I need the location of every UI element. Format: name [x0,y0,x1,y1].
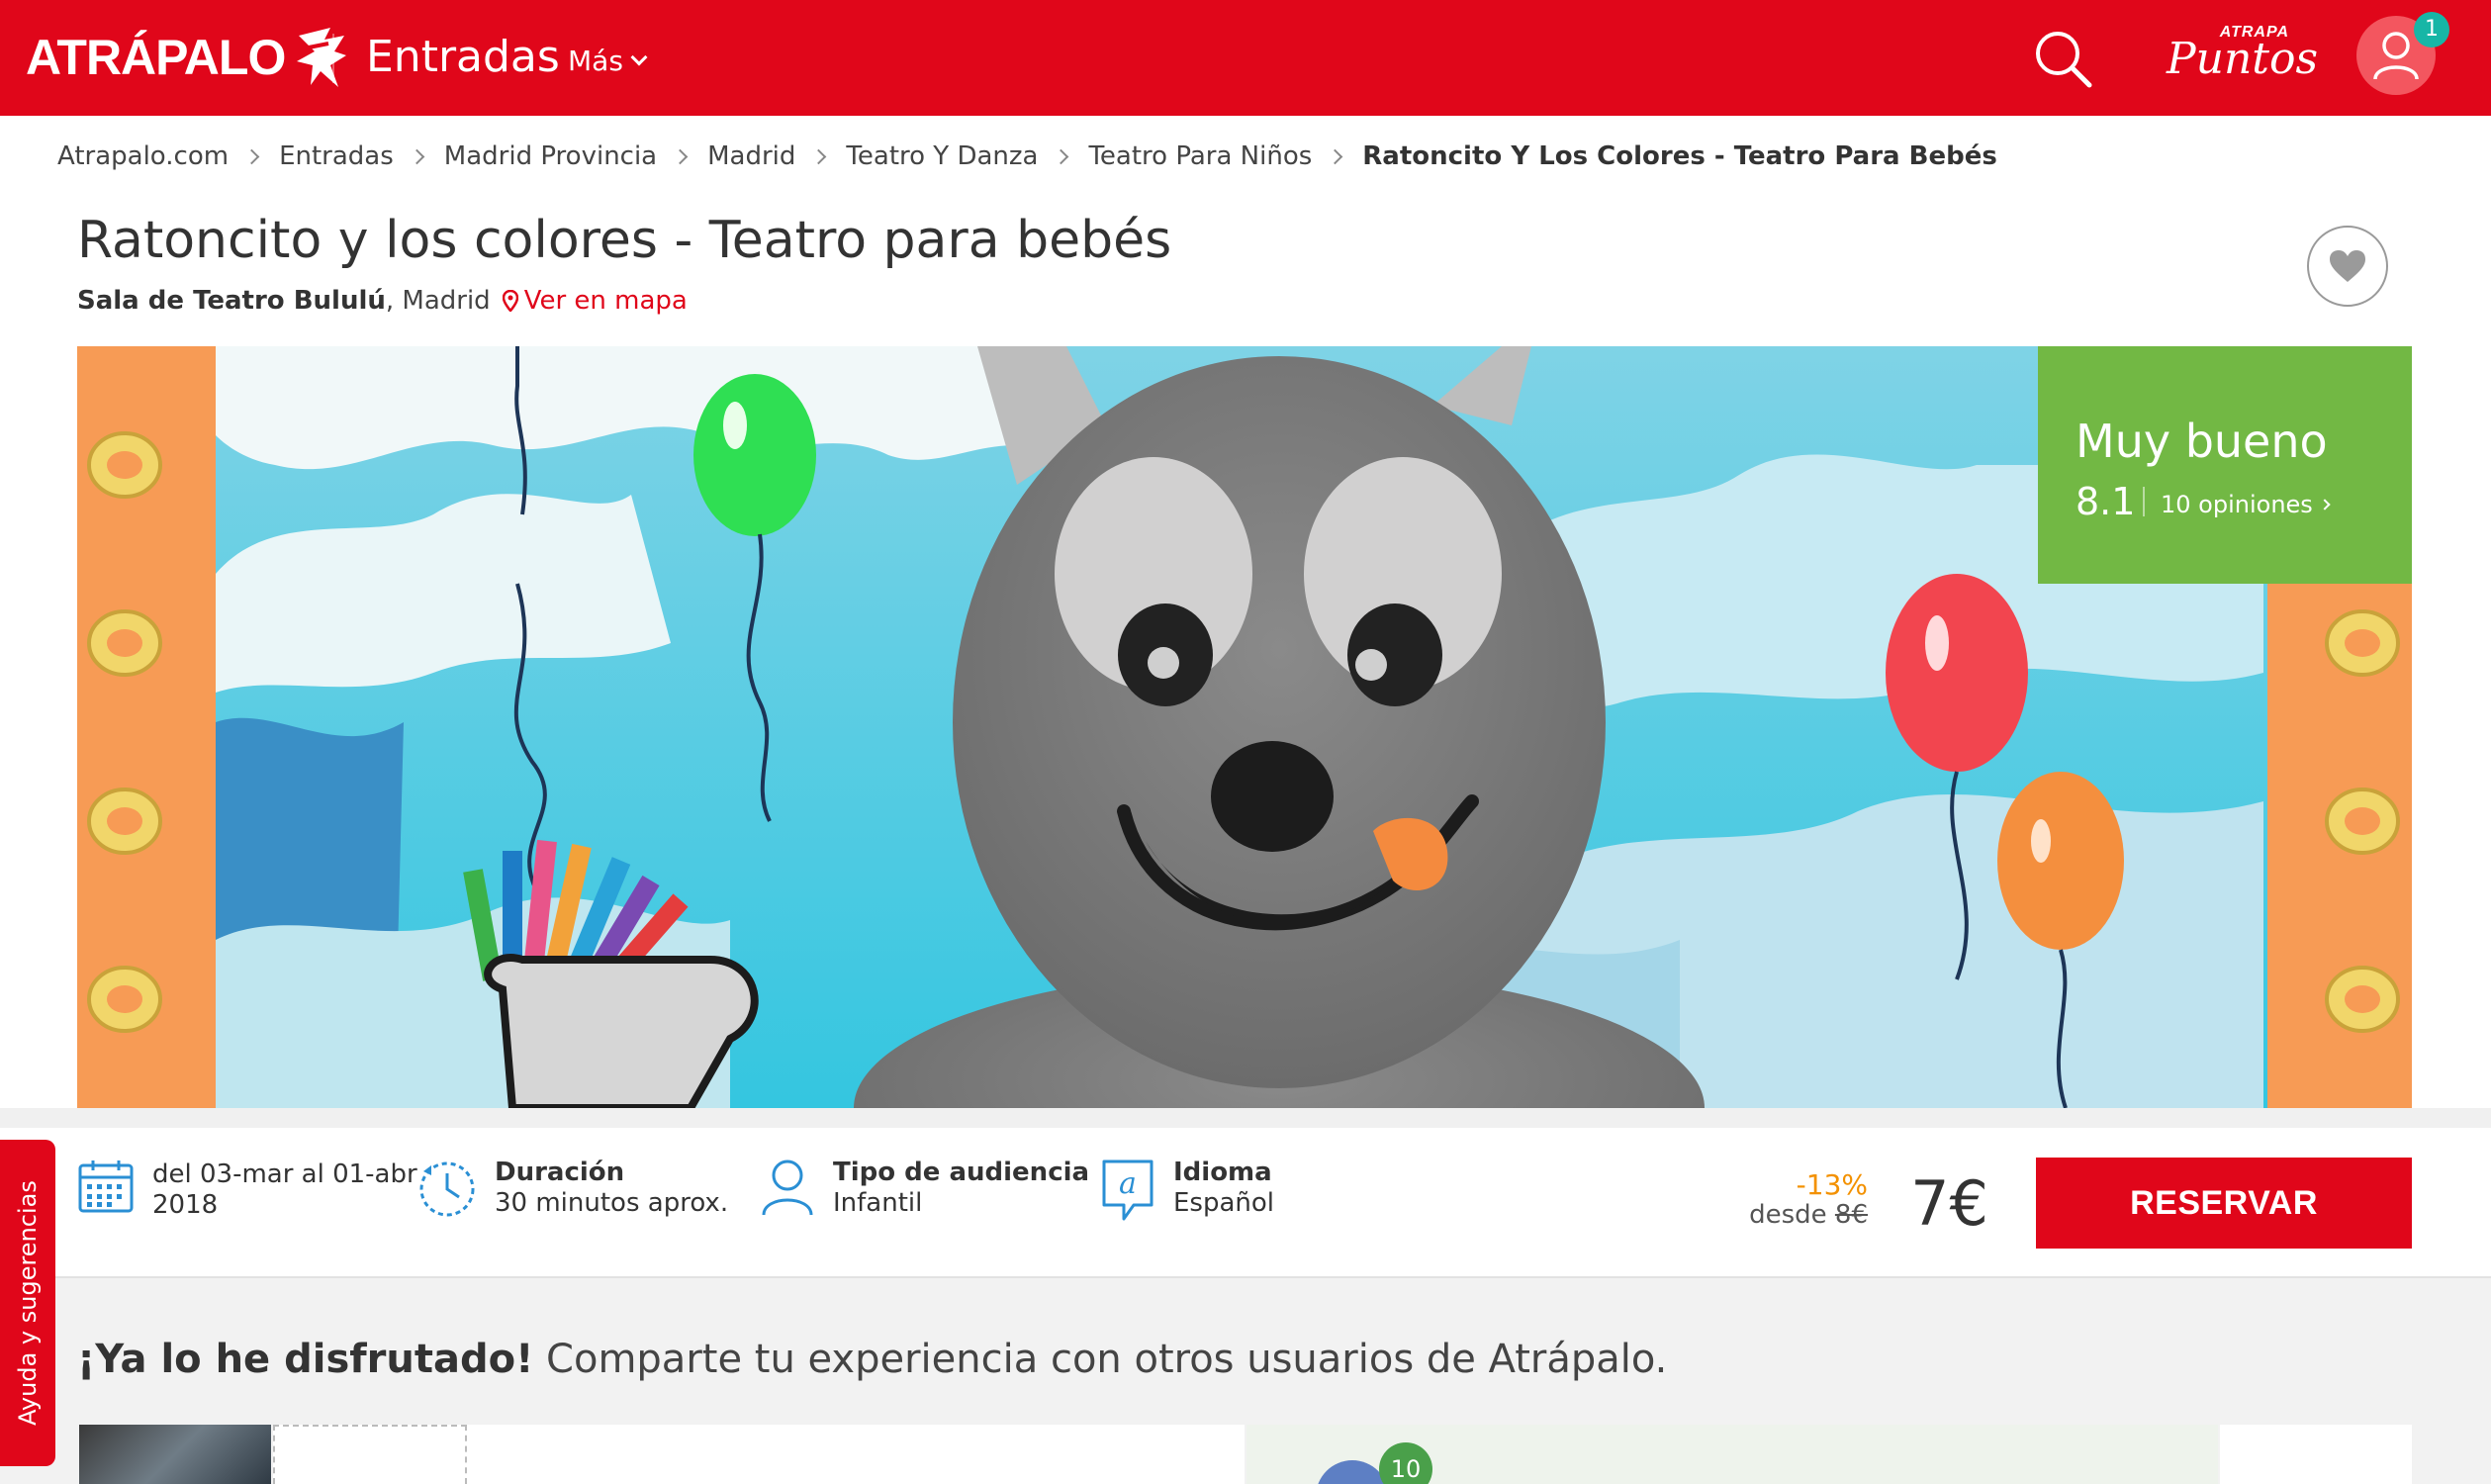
chevron-right-icon [409,148,425,164]
favorite-button[interactable] [2307,226,2388,307]
audience-title: Tipo de audiencia [833,1158,1090,1187]
current-price: 7€ [1910,1167,1988,1240]
chevron-right-icon [243,148,260,164]
rating-label: Muy bueno [2076,415,2328,468]
price-from: desde 8€ [1749,1199,1868,1231]
logo-ninja-icon [297,28,347,87]
side-panel [2220,1425,2412,1484]
rating-box[interactable]: Muy bueno 8.1 10 opiniones [2038,346,2412,584]
top-header: ATRÁPALO Entradas Más ATRAPA Puntos 1 [0,0,2491,116]
language-text: Idioma Español [1173,1158,1274,1219]
help-feedback-label: Ayuda y sugerencias [14,1180,42,1426]
puntos-big-label: Puntos [2167,34,2319,84]
breadcrumb-teatro-ninos[interactable]: Teatro Para Niños [1088,139,1312,174]
reserve-button[interactable]: RESERVAR [2036,1158,2412,1249]
heart-icon [2330,250,2365,282]
share-experience-text: ¡Ya lo he disfrutado! Comparte tu experi… [77,1334,1667,1385]
price-from-label: desde [1749,1200,1827,1230]
duration-title: Duración [495,1158,625,1187]
breadcrumb-madrid-provincia[interactable]: Madrid Provincia [444,139,657,174]
breadcrumb-current: Ratoncito Y Los Colores - Teatro Para Be… [1362,141,1997,171]
info-dates: del 03-mar al 01-abr 2018 [77,1158,419,1221]
notification-badge: 1 [2414,12,2449,47]
opinions-link[interactable]: 10 opiniones [2161,489,2331,520]
chevron-right-icon [1054,148,1069,164]
person-icon [762,1159,813,1216]
price-area: -13% desde 8€ 7€ [1749,1167,1988,1245]
duration-text: Duración 30 minutos aprox. [495,1158,728,1219]
atrapalo-logo[interactable]: ATRÁPALO [26,22,350,93]
nav-more-dropdown[interactable]: Más [568,44,648,79]
page-title: Ratoncito y los colores - Teatro para be… [77,211,1172,270]
header-divider [332,34,334,83]
chevron-right-icon [1328,148,1343,164]
user-photo-thumbnail[interactable] [79,1425,271,1484]
info-language: a Idioma Español [1100,1158,1274,1223]
view-map-label: Ver en mapa [523,286,688,316]
chevron-right-icon [2319,499,2331,510]
logo-text: ATRÁPALO [26,30,286,85]
breadcrumb-teatro-danza[interactable]: Teatro Y Danza [846,139,1038,174]
event-location: Sala de Teatro Bululú , Madrid Ver en ma… [77,283,688,319]
rating-score: 8.1 [2076,480,2136,523]
photo-upload-box[interactable] [273,1425,467,1484]
language-title: Idioma [1173,1158,1272,1187]
chevron-right-icon [672,148,689,164]
info-duration: Duración 30 minutos aprox. [417,1158,728,1219]
clock-icon [419,1161,475,1217]
breadcrumb-atrapalo[interactable]: Atrapalo.com [57,139,229,174]
audience-text: Tipo de audiencia Infantil [833,1158,1089,1219]
map-pin-icon [502,290,518,312]
nav-more-label: Más [568,45,623,77]
discount-percent: -13% [1796,1168,1868,1201]
review-panel [467,1425,1245,1484]
section-gap [0,1108,2491,1128]
breadcrumb: Atrapalo.com Entradas Madrid Provincia M… [57,139,1997,174]
old-price: 8€ [1834,1200,1868,1230]
duration-value: 30 minutos aprox. [495,1188,729,1218]
calendar-icon [78,1160,134,1213]
user-icon [2373,32,2419,80]
chevron-right-icon [811,148,827,164]
rating-divider [2143,487,2145,516]
venue-city: , Madrid [385,286,491,316]
venue-name[interactable]: Sala de Teatro Bululú [77,283,386,319]
dates-text: del 03-mar al 01-abr 2018 [152,1159,417,1220]
share-rest: Comparte tu experiencia con otros usuari… [546,1337,1668,1382]
event-info-bar: del 03-mar al 01-abr 2018 Duración 30 mi… [0,1128,2491,1278]
speech-bubble-icon: a [1102,1159,1153,1221]
audience-value: Infantil [833,1188,923,1218]
search-icon[interactable] [2030,26,2095,91]
info-audience: Tipo de audiencia Infantil [760,1158,1089,1219]
chevron-down-icon [630,48,648,66]
breadcrumb-madrid[interactable]: Madrid [707,139,795,174]
language-value: Español [1173,1188,1275,1218]
view-map-link[interactable]: Ver en mapa [502,283,688,319]
breadcrumb-entradas[interactable]: Entradas [279,139,394,174]
nav-entradas[interactable]: Entradas [366,30,560,85]
review-prompt-section: ¡Ya lo he disfrutado! Comparte tu experi… [0,1278,2491,1484]
svg-text:a: a [1119,1166,1137,1201]
help-feedback-tab[interactable]: Ayuda y sugerencias [0,1140,55,1466]
share-bold: ¡Ya lo he disfrutado! [77,1337,534,1382]
opinions-label: 10 opiniones [2161,491,2313,518]
atrapa-puntos-link[interactable]: ATRAPA Puntos [2157,20,2318,95]
